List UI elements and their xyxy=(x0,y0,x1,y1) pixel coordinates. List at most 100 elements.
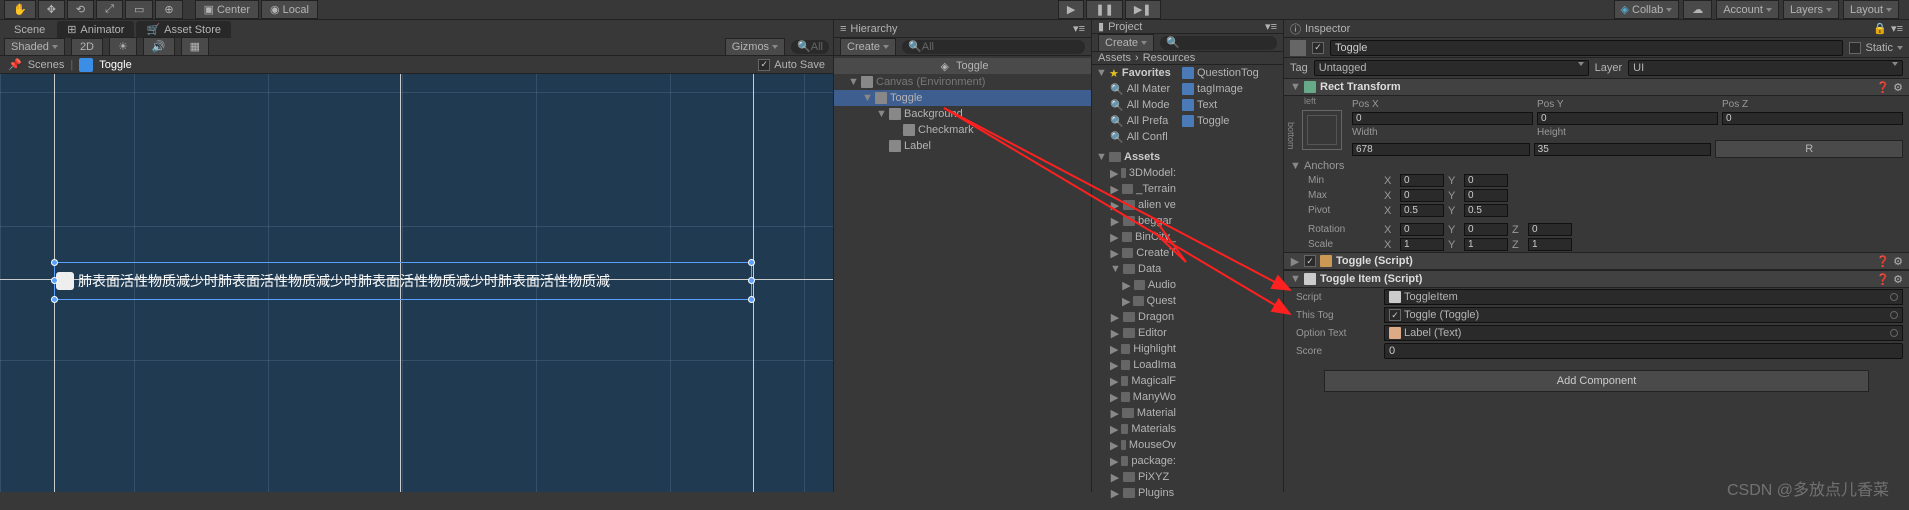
folder-item[interactable]: ▶CreateT xyxy=(1092,245,1176,261)
folder-item[interactable]: ▶MagicalF xyxy=(1092,373,1176,389)
static-checkbox[interactable] xyxy=(1849,42,1861,54)
asset-item[interactable]: QuestionTog xyxy=(1176,65,1283,81)
folder-item[interactable]: ▶Dragon xyxy=(1092,309,1176,325)
pivot-local-button[interactable]: ◉Local xyxy=(261,0,318,19)
folder-item[interactable]: ▶Editor xyxy=(1092,325,1176,341)
play-button[interactable]: ▶ xyxy=(1058,0,1084,19)
lighting-button[interactable]: ☀ xyxy=(109,37,137,56)
favorite-item[interactable]: 🔍All Mater xyxy=(1092,81,1176,97)
panel-menu-icon[interactable]: ▾≡ xyxy=(1265,20,1277,33)
project-create-dropdown[interactable]: Create xyxy=(1098,34,1154,52)
breadcrumb-toggle[interactable]: Toggle xyxy=(99,59,131,71)
scale-tool-button[interactable]: ⤢ xyxy=(96,0,123,19)
draw-mode-dropdown[interactable]: Shaded xyxy=(4,38,65,56)
score-field[interactable] xyxy=(1384,343,1903,359)
layers-dropdown[interactable]: Layers xyxy=(1783,0,1839,19)
rot-y[interactable] xyxy=(1464,223,1508,236)
pivot-center-button[interactable]: ▣Center xyxy=(195,0,259,19)
rotate-tool-button[interactable]: ⟲ xyxy=(67,0,94,19)
tab-animator[interactable]: ⊞Animator xyxy=(57,21,134,38)
folder-item[interactable]: ▶BinCity_ xyxy=(1092,229,1176,245)
audio-button[interactable]: 🔊 xyxy=(143,37,175,56)
layer-dropdown[interactable]: UI xyxy=(1628,60,1903,76)
scale-y[interactable] xyxy=(1464,238,1508,251)
folder-item[interactable]: ▶PiXYZ xyxy=(1092,469,1176,485)
scale-x[interactable] xyxy=(1400,238,1444,251)
script-field[interactable]: ToggleItem xyxy=(1384,289,1903,305)
project-search[interactable]: 🔍 xyxy=(1160,36,1277,50)
crumb-assets[interactable]: Assets xyxy=(1098,52,1131,64)
help-icon[interactable]: ❓ xyxy=(1876,255,1890,268)
folder-item[interactable]: ▶Quest xyxy=(1092,293,1176,309)
pivot-x[interactable] xyxy=(1400,204,1444,217)
folder-item[interactable]: ▶ManyWo xyxy=(1092,389,1176,405)
rot-x[interactable] xyxy=(1400,223,1444,236)
folder-item[interactable]: ▶Plugins xyxy=(1092,485,1176,501)
folder-item[interactable]: ▶beggar xyxy=(1092,213,1176,229)
layout-dropdown[interactable]: Layout xyxy=(1843,0,1899,19)
anchor-max-y[interactable] xyxy=(1464,189,1508,202)
hierarchy-create-dropdown[interactable]: Create xyxy=(840,38,896,56)
favorite-item[interactable]: 🔍All Mode xyxy=(1092,97,1176,113)
hierarchy-search[interactable]: 🔍All xyxy=(902,40,1085,54)
project-folders[interactable]: ▼★Favorites 🔍All Mater🔍All Mode🔍All Pref… xyxy=(1092,65,1176,501)
this-tog-field[interactable]: Toggle (Toggle) xyxy=(1384,307,1903,323)
anchor-min-y[interactable] xyxy=(1464,174,1508,187)
rect-tool-button[interactable]: ▭ xyxy=(125,0,153,19)
folder-item[interactable]: ▶3DModel: xyxy=(1092,165,1176,181)
collab-dropdown[interactable]: ◈Collab xyxy=(1614,0,1680,19)
folder-item[interactable]: ▶Audio xyxy=(1092,277,1176,293)
asset-item[interactable]: Toggle xyxy=(1176,113,1283,129)
folder-item[interactable]: ▼Data xyxy=(1092,261,1176,277)
transform-tool-button[interactable]: ⊕ xyxy=(155,0,182,19)
gameobject-enabled-checkbox[interactable] xyxy=(1312,42,1324,54)
hierarchy-item[interactable]: ▼Toggle xyxy=(834,90,1091,106)
posz-field[interactable] xyxy=(1722,112,1903,125)
folder-item[interactable]: ▶Materials xyxy=(1092,421,1176,437)
width-field[interactable] xyxy=(1352,143,1530,156)
folder-item[interactable]: ▶LoadIma xyxy=(1092,357,1176,373)
hierarchy-item[interactable]: Checkmark xyxy=(834,122,1091,138)
hierarchy-item[interactable]: ▼Background xyxy=(834,106,1091,122)
hierarchy-item[interactable]: ▼Canvas (Environment) xyxy=(834,74,1091,90)
help-icon[interactable]: ❓ xyxy=(1876,273,1890,286)
asset-item[interactable]: tagImage xyxy=(1176,81,1283,97)
folder-item[interactable]: ▶_Terrain xyxy=(1092,181,1176,197)
gameobject-name-field[interactable] xyxy=(1330,40,1843,56)
panel-menu-icon[interactable]: ▾≡ xyxy=(1891,22,1903,35)
asset-item[interactable]: Text xyxy=(1176,97,1283,113)
favorite-item[interactable]: 🔍All Prefa xyxy=(1092,113,1176,129)
toggle-component-header[interactable]: ▶Toggle (Script)❓⚙ xyxy=(1284,252,1909,270)
hand-tool-button[interactable]: ✋ xyxy=(4,0,36,19)
scene-search[interactable]: 🔍All xyxy=(791,40,829,54)
tag-dropdown[interactable]: Untagged xyxy=(1314,60,1589,76)
hierarchy-scene-root[interactable]: ◈Toggle xyxy=(834,58,1091,74)
cloud-button[interactable]: ☁ xyxy=(1683,0,1712,19)
tab-scene[interactable]: Scene xyxy=(4,22,55,38)
folder-item[interactable]: ▶Material xyxy=(1092,405,1176,421)
scale-z[interactable] xyxy=(1528,238,1572,251)
folder-item[interactable]: ▶MouseOv xyxy=(1092,437,1176,453)
hierarchy-tree[interactable]: ◈Toggle ▼Canvas (Environment)▼Toggle▼Bac… xyxy=(834,56,1091,492)
tab-asset-store[interactable]: 🛒Asset Store xyxy=(136,21,231,38)
auto-save-checkbox[interactable] xyxy=(758,59,770,71)
gizmos-dropdown[interactable]: Gizmos xyxy=(725,38,785,56)
pause-button[interactable]: ❚❚ xyxy=(1086,0,1122,19)
gear-icon[interactable]: ⚙ xyxy=(1893,273,1903,286)
favorite-item[interactable]: 🔍All Confl xyxy=(1092,129,1176,145)
step-button[interactable]: ▶❚ xyxy=(1125,0,1161,19)
folder-item[interactable]: ▶package: xyxy=(1092,453,1176,469)
posx-field[interactable] xyxy=(1352,112,1533,125)
pivot-y[interactable] xyxy=(1464,204,1508,217)
rect-transform-header[interactable]: ▼Rect Transform❓⚙ xyxy=(1284,78,1909,96)
panel-menu-icon[interactable]: ▾≡ xyxy=(1073,22,1085,35)
mode-2d-button[interactable]: 2D xyxy=(71,38,103,56)
add-component-button[interactable]: Add Component xyxy=(1324,370,1869,392)
option-text-field[interactable]: Label (Text) xyxy=(1384,325,1903,341)
toggle-item-component-header[interactable]: ▼Toggle Item (Script)❓⚙ xyxy=(1284,270,1909,288)
blueprint-button[interactable]: R xyxy=(1715,140,1903,158)
folder-item[interactable]: ▶Highlight xyxy=(1092,341,1176,357)
height-field[interactable] xyxy=(1534,143,1712,156)
rot-z[interactable] xyxy=(1528,223,1572,236)
fx-button[interactable]: ▦ xyxy=(181,37,209,56)
